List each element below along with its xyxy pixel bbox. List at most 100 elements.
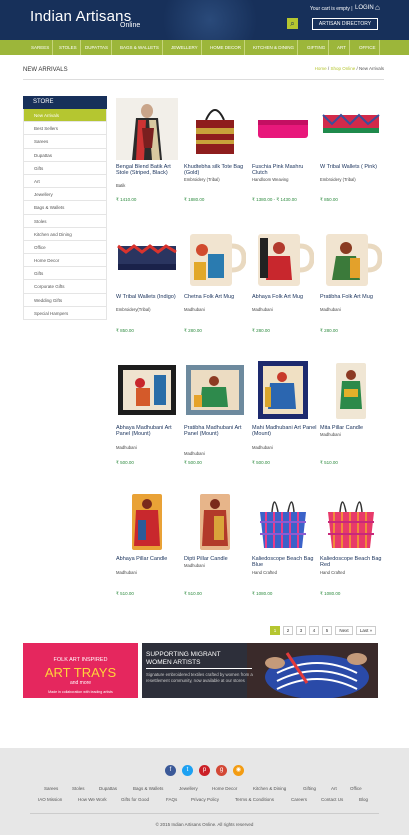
pinterest-icon[interactable]: p — [199, 765, 210, 776]
footer-link-how-we-work[interactable]: How We Work — [78, 797, 107, 802]
footer-link-privacy[interactable]: Privacy Policy — [191, 797, 219, 802]
product-name[interactable]: W Tribal Wallets (Indigo) — [116, 294, 182, 300]
googleplus-icon[interactable]: g — [216, 765, 227, 776]
product-image[interactable] — [252, 228, 314, 290]
sidebar-item-sarees[interactable]: Sarees — [23, 135, 107, 149]
product-name[interactable]: Abhaya Madhubani Art Panel (Mount) — [116, 425, 182, 438]
product-name[interactable]: Fuschia Pink Mashru Clutch — [252, 164, 318, 177]
product-image[interactable] — [184, 490, 246, 552]
product-name[interactable]: Dipti Pillar Candle — [184, 556, 250, 562]
footer-link-careers[interactable]: Careers — [291, 797, 307, 802]
sidebar-item-gifts[interactable]: Gifts — [23, 161, 107, 175]
footer-link-mission[interactable]: IAO Mission — [38, 797, 62, 802]
rss-icon[interactable]: ◉ — [233, 765, 244, 776]
footer-link-stoles[interactable]: Stoles — [72, 786, 85, 791]
breadcrumb-home[interactable]: Home — [315, 66, 327, 71]
footer-link-faqs[interactable]: FAQs — [166, 797, 177, 802]
logo-title[interactable]: Indian Artisans — [30, 8, 131, 25]
sidebar-item-new-arrivals[interactable]: New Arrivals — [23, 109, 107, 123]
footer-link-art[interactable]: Art — [331, 786, 337, 791]
product-image[interactable] — [252, 98, 314, 160]
product-name[interactable]: Khudtebha silk Tote Bag (Gold) — [184, 164, 250, 177]
cart-status[interactable]: Your cart is empty | — [310, 6, 353, 12]
footer-link-terms[interactable]: Terms & Conditions — [235, 797, 274, 802]
product-image[interactable] — [116, 359, 178, 421]
sidebar-item-bags-wallets[interactable]: Bags & Wallets — [23, 201, 107, 215]
facebook-icon[interactable]: f — [165, 765, 176, 776]
sidebar-item-dupattas[interactable]: Dupattas — [23, 148, 107, 162]
home-icon[interactable]: ⌂ — [375, 3, 384, 12]
product-name[interactable]: Mita Pillar Candle — [320, 425, 386, 431]
product-name[interactable]: Chetna Folk Art Mug — [184, 294, 250, 300]
sidebar-item-best-sellers[interactable]: Best Sellers — [23, 122, 107, 136]
page-3-button[interactable]: 3 — [296, 626, 306, 635]
footer-link-sarees[interactable]: Sarees — [44, 786, 58, 791]
product-name[interactable]: Pratibha Madhubani Art Panel (Mount) — [184, 425, 250, 438]
nav-item-office[interactable]: OFFICE — [356, 40, 380, 55]
twitter-icon[interactable]: t — [182, 765, 193, 776]
footer-link-home-decor[interactable]: Home Decor — [212, 786, 237, 791]
sidebar-item-stoles[interactable]: Stoles — [23, 214, 107, 228]
product-image[interactable] — [320, 228, 382, 290]
nav-item-home-decor[interactable]: HOME DECOR — [207, 40, 246, 55]
search-icon[interactable]: ⌕ — [287, 18, 298, 29]
last-page-button[interactable]: Last » — [356, 626, 376, 635]
breadcrumb-shop[interactable]: Shop Online — [330, 66, 355, 71]
product-category: Embroidery(Tribal) — [116, 307, 151, 312]
product-image[interactable] — [320, 359, 382, 421]
footer-link-gifting[interactable]: Gifting — [303, 786, 316, 791]
product-name[interactable]: Bengal Blend Batik Art Stole (Striped, B… — [116, 164, 182, 177]
product-image[interactable] — [184, 359, 246, 421]
sidebar-item-special-hampers[interactable]: Special Hampers — [23, 306, 107, 320]
footer-link-kitchen-dining[interactable]: Kitchen & Dining — [253, 786, 286, 791]
product-image[interactable] — [320, 490, 382, 552]
product-image[interactable] — [184, 98, 246, 160]
product-image[interactable] — [116, 228, 178, 290]
nav-item-sarees[interactable]: SAREES — [28, 40, 54, 55]
nav-item-art[interactable]: ART — [334, 40, 350, 55]
product-image[interactable] — [116, 490, 178, 552]
nav-item-jewellery[interactable]: JEWELLERY — [168, 40, 202, 55]
page-1-button[interactable]: 1 — [270, 626, 280, 635]
footer-link-jewellery[interactable]: Jewellery — [179, 786, 198, 791]
footer-link-blog[interactable]: Blog — [359, 797, 368, 802]
migrant-women-banner[interactable]: SUPPORTING MIGRANT WOMEN ARTISTS Signatu… — [142, 643, 378, 698]
footer-link-gifts-for-good[interactable]: Gifts for Good — [121, 797, 149, 802]
product-name[interactable]: Abhaya Folk Art Mug — [252, 294, 318, 300]
sidebar-item-corporate-gifts[interactable]: Corporate Gifts — [23, 280, 107, 294]
nav-item-dupattas[interactable]: DUPATTAS — [82, 40, 113, 55]
login-link[interactable]: LOGIN — [355, 5, 374, 11]
sidebar-item-kitchen-dining[interactable]: Kitchen and Dining — [23, 227, 107, 241]
sidebar-item-jewellery[interactable]: Jewellery — [23, 188, 107, 202]
page-5-button[interactable]: 5 — [322, 626, 332, 635]
artisan-directory-button[interactable]: ARTISAN DIRECTORY — [312, 18, 378, 30]
footer-link-dupattas[interactable]: Dupattas — [99, 786, 117, 791]
product-image[interactable] — [252, 490, 314, 552]
page-2-button[interactable]: 2 — [283, 626, 293, 635]
product-name[interactable]: Kaliedoscope Beach Bag Red — [320, 556, 386, 569]
nav-item-kitchen-dining[interactable]: KITCHEN & DINING — [250, 40, 299, 55]
product-image[interactable] — [320, 98, 382, 160]
product-name[interactable]: Pratibha Folk Art Mug — [320, 294, 386, 300]
product-name[interactable]: W Tribal Wallets ( Pink) — [320, 164, 386, 170]
sidebar-item-home-decor[interactable]: Home Decor — [23, 254, 107, 268]
nav-item-bags-wallets[interactable]: BAGS & WALLETS — [117, 40, 163, 55]
product-name[interactable]: Kaliedoscope Beach Bag Blue — [252, 556, 318, 569]
footer-link-contact[interactable]: Contact Us — [321, 797, 343, 802]
footer-link-office[interactable]: Office — [350, 786, 362, 791]
page-4-button[interactable]: 4 — [309, 626, 319, 635]
nav-item-gifting[interactable]: GIFTING — [304, 40, 330, 55]
sidebar-item-office[interactable]: Office — [23, 240, 107, 255]
sidebar-item-gifts-2[interactable]: Gifts — [23, 267, 107, 281]
art-trays-banner[interactable]: FOLK ART INSPIRED ART TRAYS and more Mad… — [23, 643, 138, 698]
nav-item-stoles[interactable]: STOLES — [56, 40, 81, 55]
footer-link-bags-wallets[interactable]: Bags & Wallets — [133, 786, 163, 791]
product-name[interactable]: Mahi Madhubani Art Panel (Mount) — [252, 425, 318, 438]
product-image[interactable] — [184, 228, 246, 290]
sidebar-item-wedding-gifts[interactable]: Wedding Gifts — [23, 293, 107, 307]
next-page-button[interactable]: Next — [335, 626, 353, 635]
product-image[interactable] — [116, 98, 178, 160]
sidebar-item-art[interactable]: Art — [23, 174, 107, 189]
product-name[interactable]: Abhaya Pillar Candle — [116, 556, 182, 562]
product-image[interactable] — [252, 359, 314, 421]
